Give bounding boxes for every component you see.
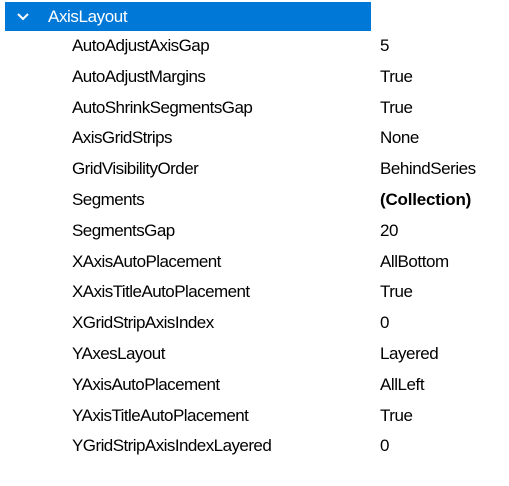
property-name: GridVisibilityOrder [72, 159, 199, 179]
property-name: XAxisTitleAutoPlacement [72, 282, 250, 302]
category-label: AxisLayout [48, 7, 128, 26]
property-value[interactable]: True [380, 62, 509, 93]
chevron-down-icon[interactable] [12, 2, 34, 31]
property-name: YAxisAutoPlacement [72, 374, 220, 394]
property-value[interactable]: 0 [380, 431, 509, 462]
property-row-grid-visibility-order[interactable]: GridVisibilityOrder BehindSeries [0, 154, 509, 185]
property-value[interactable]: True [380, 401, 509, 432]
property-value[interactable]: 5 [380, 31, 509, 62]
property-name: YAxisTitleAutoPlacement [72, 405, 249, 425]
property-value[interactable]: Layered [380, 339, 509, 370]
property-row-auto-adjust-axis-gap[interactable]: AutoAdjustAxisGap 5 [0, 31, 509, 62]
property-row-x-axis-auto-placement[interactable]: XAxisAutoPlacement AllBottom [0, 247, 509, 278]
property-name: YAxesLayout [72, 343, 165, 363]
property-name: XGridStripAxisIndex [72, 313, 214, 333]
property-value[interactable]: True [380, 93, 509, 124]
property-row-auto-adjust-margins[interactable]: AutoAdjustMargins True [0, 62, 509, 93]
property-name: AutoShrinkSegmentsGap [72, 97, 253, 117]
property-name: AxisGridStrips [72, 128, 173, 148]
property-row-y-axis-title-auto-placement[interactable]: YAxisTitleAutoPlacement True [0, 401, 509, 432]
property-name: XAxisAutoPlacement [72, 251, 221, 271]
property-value[interactable]: 0 [380, 308, 509, 339]
property-row-auto-shrink-segments-gap[interactable]: AutoShrinkSegmentsGap True [0, 93, 509, 124]
property-value[interactable]: True [380, 277, 509, 308]
property-row-y-axis-auto-placement[interactable]: YAxisAutoPlacement AllLeft [0, 370, 509, 401]
property-name: YGridStripAxisIndexLayered [72, 436, 272, 456]
property-value[interactable]: (Collection) [380, 185, 509, 216]
property-value[interactable]: None [380, 123, 509, 154]
property-row-x-grid-strip-axis-index[interactable]: XGridStripAxisIndex 0 [0, 308, 509, 339]
property-grid: AxisLayout AutoAdjustAxisGap 5 AutoAdjus… [0, 0, 509, 462]
property-row-segments-gap[interactable]: SegmentsGap 20 [0, 216, 509, 247]
property-list: AutoAdjustAxisGap 5 AutoAdjustMargins Tr… [0, 31, 509, 462]
property-name: SegmentsGap [72, 220, 175, 240]
property-row-y-axes-layout[interactable]: YAxesLayout Layered [0, 339, 509, 370]
category-header-axislayout[interactable]: AxisLayout [5, 2, 371, 31]
property-value[interactable]: AllBottom [380, 247, 509, 278]
property-row-segments[interactable]: Segments (Collection) [0, 185, 509, 216]
property-value[interactable]: 20 [380, 216, 509, 247]
property-value[interactable]: AllLeft [380, 370, 509, 401]
property-name: AutoAdjustMargins [72, 66, 206, 86]
property-row-x-axis-title-auto-placement[interactable]: XAxisTitleAutoPlacement True [0, 277, 509, 308]
property-name: AutoAdjustAxisGap [72, 36, 210, 55]
property-value[interactable]: BehindSeries [380, 154, 509, 185]
property-name: Segments [72, 189, 145, 209]
property-row-y-grid-strip-axis-index-layered[interactable]: YGridStripAxisIndexLayered 0 [0, 431, 509, 462]
property-row-axis-grid-strips[interactable]: AxisGridStrips None [0, 123, 509, 154]
category-row-axislayout: AxisLayout [0, 0, 509, 31]
